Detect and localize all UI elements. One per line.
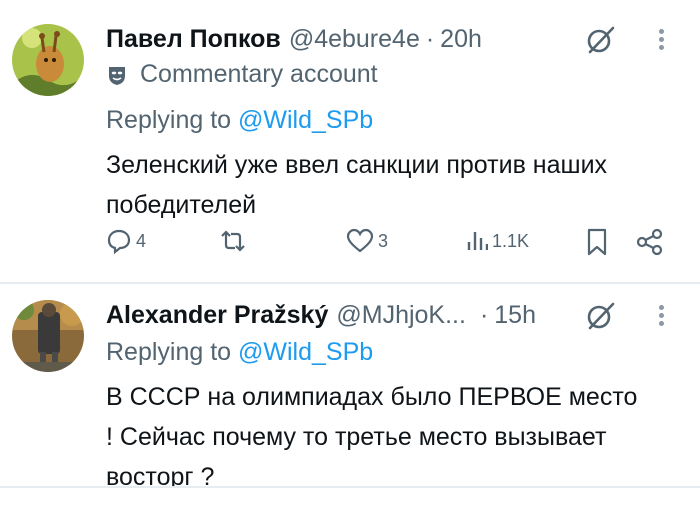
like-button[interactable]: 3 bbox=[346, 228, 388, 254]
tweet-1[interactable]: Павел Попков @4ebure4e · 20h Commentary … bbox=[0, 0, 700, 282]
tweet-header: Павел Попков @4ebure4e · 20h bbox=[106, 22, 482, 56]
author-name[interactable]: Павел Попков bbox=[106, 25, 281, 54]
mask-icon bbox=[106, 64, 128, 86]
bottom-bar bbox=[0, 488, 700, 524]
reply-button[interactable]: 4 bbox=[106, 228, 146, 254]
views-count: 1.1K bbox=[492, 230, 530, 251]
commentary-label: Commentary account bbox=[140, 60, 378, 88]
share-button[interactable] bbox=[636, 228, 664, 256]
separator: · bbox=[479, 300, 489, 329]
replying-prefix: Replying to bbox=[106, 338, 232, 366]
replying-to: Replying to @Wild_SPb bbox=[106, 106, 373, 135]
timestamp[interactable]: 20h bbox=[440, 25, 482, 54]
share-icon bbox=[636, 228, 663, 256]
reply-icon bbox=[107, 229, 131, 254]
replying-handle-link[interactable]: @Wild_SPb bbox=[238, 106, 373, 134]
more-icon[interactable] bbox=[656, 302, 666, 332]
tweet-text: Зеленский уже ввел санкции против наших … bbox=[106, 151, 608, 219]
author-handle[interactable]: @4ebure4e bbox=[289, 25, 420, 54]
tweet-2[interactable]: Alexander Pražský @MJhjoK... · 15h Reply… bbox=[0, 284, 700, 491]
replying-handle-link[interactable]: @Wild_SPb bbox=[238, 338, 373, 366]
bookmark-icon bbox=[587, 228, 607, 256]
tweet-text: В СССР на олимпиадах было ПЕРВОЕ место !… bbox=[106, 383, 638, 491]
commentary-badge: Commentary account bbox=[106, 60, 378, 89]
separator: · bbox=[425, 24, 435, 53]
replying-prefix: Replying to bbox=[106, 106, 232, 134]
retweet-button[interactable] bbox=[218, 228, 252, 254]
avatar[interactable] bbox=[12, 300, 84, 372]
more-icon[interactable] bbox=[656, 26, 666, 56]
action-bar: 4 3 1.1K bbox=[106, 228, 666, 264]
author-handle[interactable]: @MJhjoK... bbox=[336, 301, 466, 330]
bookmark-button[interactable] bbox=[586, 228, 608, 256]
tweet-header: Alexander Pražský @MJhjoK... · 15h bbox=[106, 298, 536, 332]
retweet-icon bbox=[221, 230, 245, 252]
reply-count: 4 bbox=[136, 230, 147, 251]
views-icon bbox=[467, 232, 488, 250]
author-name[interactable]: Alexander Pražský bbox=[106, 301, 328, 330]
grok-icon[interactable] bbox=[584, 22, 618, 56]
like-count: 3 bbox=[378, 230, 389, 251]
timestamp[interactable]: 15h bbox=[494, 301, 536, 330]
avatar[interactable] bbox=[12, 24, 84, 96]
replying-to: Replying to @Wild_SPb bbox=[106, 338, 373, 367]
views-button[interactable]: 1.1K bbox=[466, 228, 529, 254]
grok-icon[interactable] bbox=[584, 298, 618, 332]
like-icon bbox=[346, 228, 374, 253]
